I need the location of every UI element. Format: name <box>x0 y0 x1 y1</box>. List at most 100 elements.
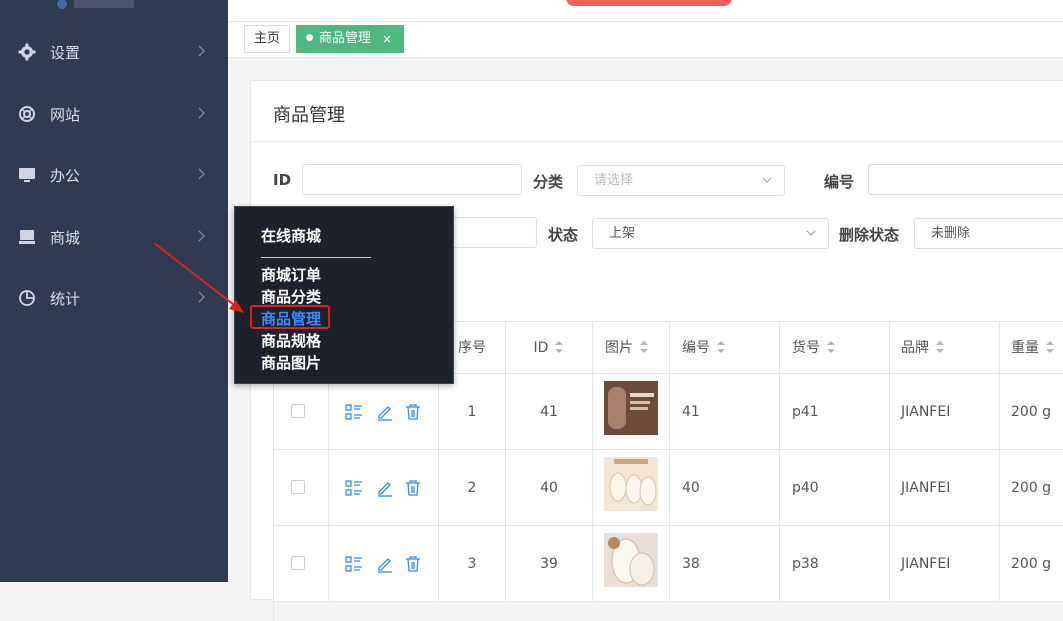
table-cell-brand: JIANFEI <box>890 526 1000 602</box>
product-thumbnail[interactable] <box>604 457 658 511</box>
row-checkbox[interactable] <box>291 404 305 418</box>
active-dot-icon <box>306 34 313 41</box>
submenu-item-categories[interactable]: 商品分类 <box>261 286 321 307</box>
delete-icon[interactable] <box>404 555 422 573</box>
th-code-label: 编号 <box>682 340 710 356</box>
lifebuoy-icon <box>19 106 35 122</box>
table-cell-image <box>593 374 670 450</box>
mall-submenu: 在线商城 商城订单 商品分类 商品管理 商品规格 商品图片 <box>234 206 454 384</box>
th-weight-label: 重量 <box>1011 340 1039 356</box>
divider <box>261 257 371 258</box>
delete-icon[interactable] <box>404 479 422 497</box>
th-brand[interactable]: 品牌 <box>890 322 1000 374</box>
table-cell-sku: p41 <box>780 374 890 450</box>
chevron-right-icon <box>198 168 205 180</box>
code-input[interactable] <box>868 164 1063 195</box>
product-thumbnail[interactable] <box>604 533 658 587</box>
detail-list-icon[interactable] <box>345 555 363 573</box>
detail-list-icon[interactable] <box>345 479 363 497</box>
th-sku[interactable]: 货号 <box>780 322 890 374</box>
sidebar-item-label: 商城 <box>50 228 81 247</box>
th-image[interactable]: 图片 <box>593 322 670 374</box>
sidebar-item-statistics[interactable]: 统计 <box>0 278 228 318</box>
tab-bar: 主页 商品管理 × <box>228 22 1063 58</box>
th-brand-label: 品牌 <box>901 340 929 356</box>
detail-list-icon[interactable] <box>345 403 363 421</box>
edit-icon[interactable] <box>376 403 394 421</box>
table-cell-brand: JIANFEI <box>890 374 1000 450</box>
submenu-item-orders[interactable]: 商城订单 <box>261 264 321 285</box>
table-cell-id: 39 <box>506 526 593 602</box>
table-cell-image <box>593 526 670 602</box>
table-cell-brand: JIANFEI <box>890 450 1000 526</box>
category-placeholder: 请选择 <box>594 173 634 188</box>
th-weight[interactable]: 重量 <box>1000 322 1063 374</box>
table-cell-sku: p38 <box>780 526 890 602</box>
sidebar-logo-area <box>0 0 228 12</box>
code-label: 编号 <box>824 173 855 191</box>
sort-icon[interactable] <box>935 340 945 354</box>
status-label: 状态 <box>548 226 579 244</box>
divider <box>251 141 1063 142</box>
sidebar-item-website[interactable]: 网站 <box>0 94 228 134</box>
sidebar-item-label: 设置 <box>50 43 81 62</box>
chevron-right-icon <box>198 291 205 303</box>
table-cell-image <box>593 450 670 526</box>
store-icon <box>19 230 35 244</box>
edit-icon[interactable] <box>376 479 394 497</box>
delete-status-select[interactable]: 未删除 <box>914 218 1063 249</box>
category-select[interactable]: 请选择 <box>577 165 785 196</box>
tab-home[interactable]: 主页 <box>244 25 291 53</box>
submenu-item-specs[interactable]: 商品规格 <box>261 330 321 351</box>
product-thumbnail[interactable] <box>604 381 658 435</box>
table-cell-code: 38 <box>670 526 780 602</box>
sort-icon[interactable] <box>716 340 726 354</box>
table-row-actions-cell <box>329 526 439 602</box>
sort-icon[interactable] <box>639 340 649 354</box>
tab-product-management[interactable]: 商品管理 × <box>296 25 404 53</box>
category-label: 分类 <box>533 173 564 191</box>
status-value: 上架 <box>609 226 636 241</box>
table-cell-id: 41 <box>506 374 593 450</box>
sidebar-item-settings[interactable]: 设置 <box>0 32 228 72</box>
th-code[interactable]: 编号 <box>670 322 780 374</box>
table-cell-code: 40 <box>670 450 780 526</box>
th-id[interactable]: ID <box>506 322 593 374</box>
table-row-actions-cell <box>329 374 439 450</box>
highlight-box <box>250 305 330 329</box>
table-cell-weight: 200 g <box>1000 374 1063 450</box>
sort-icon[interactable] <box>826 340 836 354</box>
sort-icon[interactable] <box>1045 340 1055 354</box>
sort-icon[interactable] <box>554 340 564 354</box>
chevron-down-icon <box>762 177 772 183</box>
logo-icon <box>57 0 134 9</box>
table-row-checkbox-cell <box>274 450 329 526</box>
gear-icon <box>18 43 36 61</box>
status-select[interactable]: 上架 <box>592 218 829 249</box>
sidebar-item-office[interactable]: 办公 <box>0 155 228 195</box>
chevron-down-icon <box>806 230 816 236</box>
table-row-checkbox-cell <box>274 526 329 602</box>
table-cell-seq: 1 <box>439 374 506 450</box>
submenu-title: 在线商城 <box>261 227 322 245</box>
table-cell-code: 41 <box>670 374 780 450</box>
delete-status-value: 未删除 <box>931 226 971 241</box>
delete-icon[interactable] <box>404 403 422 421</box>
sidebar-item-label: 办公 <box>50 166 81 185</box>
sidebar-item-label: 统计 <box>50 289 81 308</box>
edit-icon[interactable] <box>376 555 394 573</box>
close-icon[interactable]: × <box>382 25 392 53</box>
delete-status-label: 删除状态 <box>839 226 900 244</box>
monitor-icon <box>19 168 35 182</box>
submenu-item-images[interactable]: 商品图片 <box>261 352 321 373</box>
sidebar: 设置 网站 办公 商城 统计 <box>0 0 228 582</box>
th-seq-label: 序号 <box>458 340 486 356</box>
id-input[interactable] <box>302 164 522 195</box>
table-row-actions-cell <box>329 450 439 526</box>
table-cell-seq: 3 <box>439 526 506 602</box>
row-checkbox[interactable] <box>291 480 305 494</box>
sidebar-item-mall[interactable]: 商城 <box>0 217 228 257</box>
table-cell-id: 40 <box>506 450 593 526</box>
row-checkbox[interactable] <box>291 556 305 570</box>
table-cell-seq: 2 <box>439 450 506 526</box>
